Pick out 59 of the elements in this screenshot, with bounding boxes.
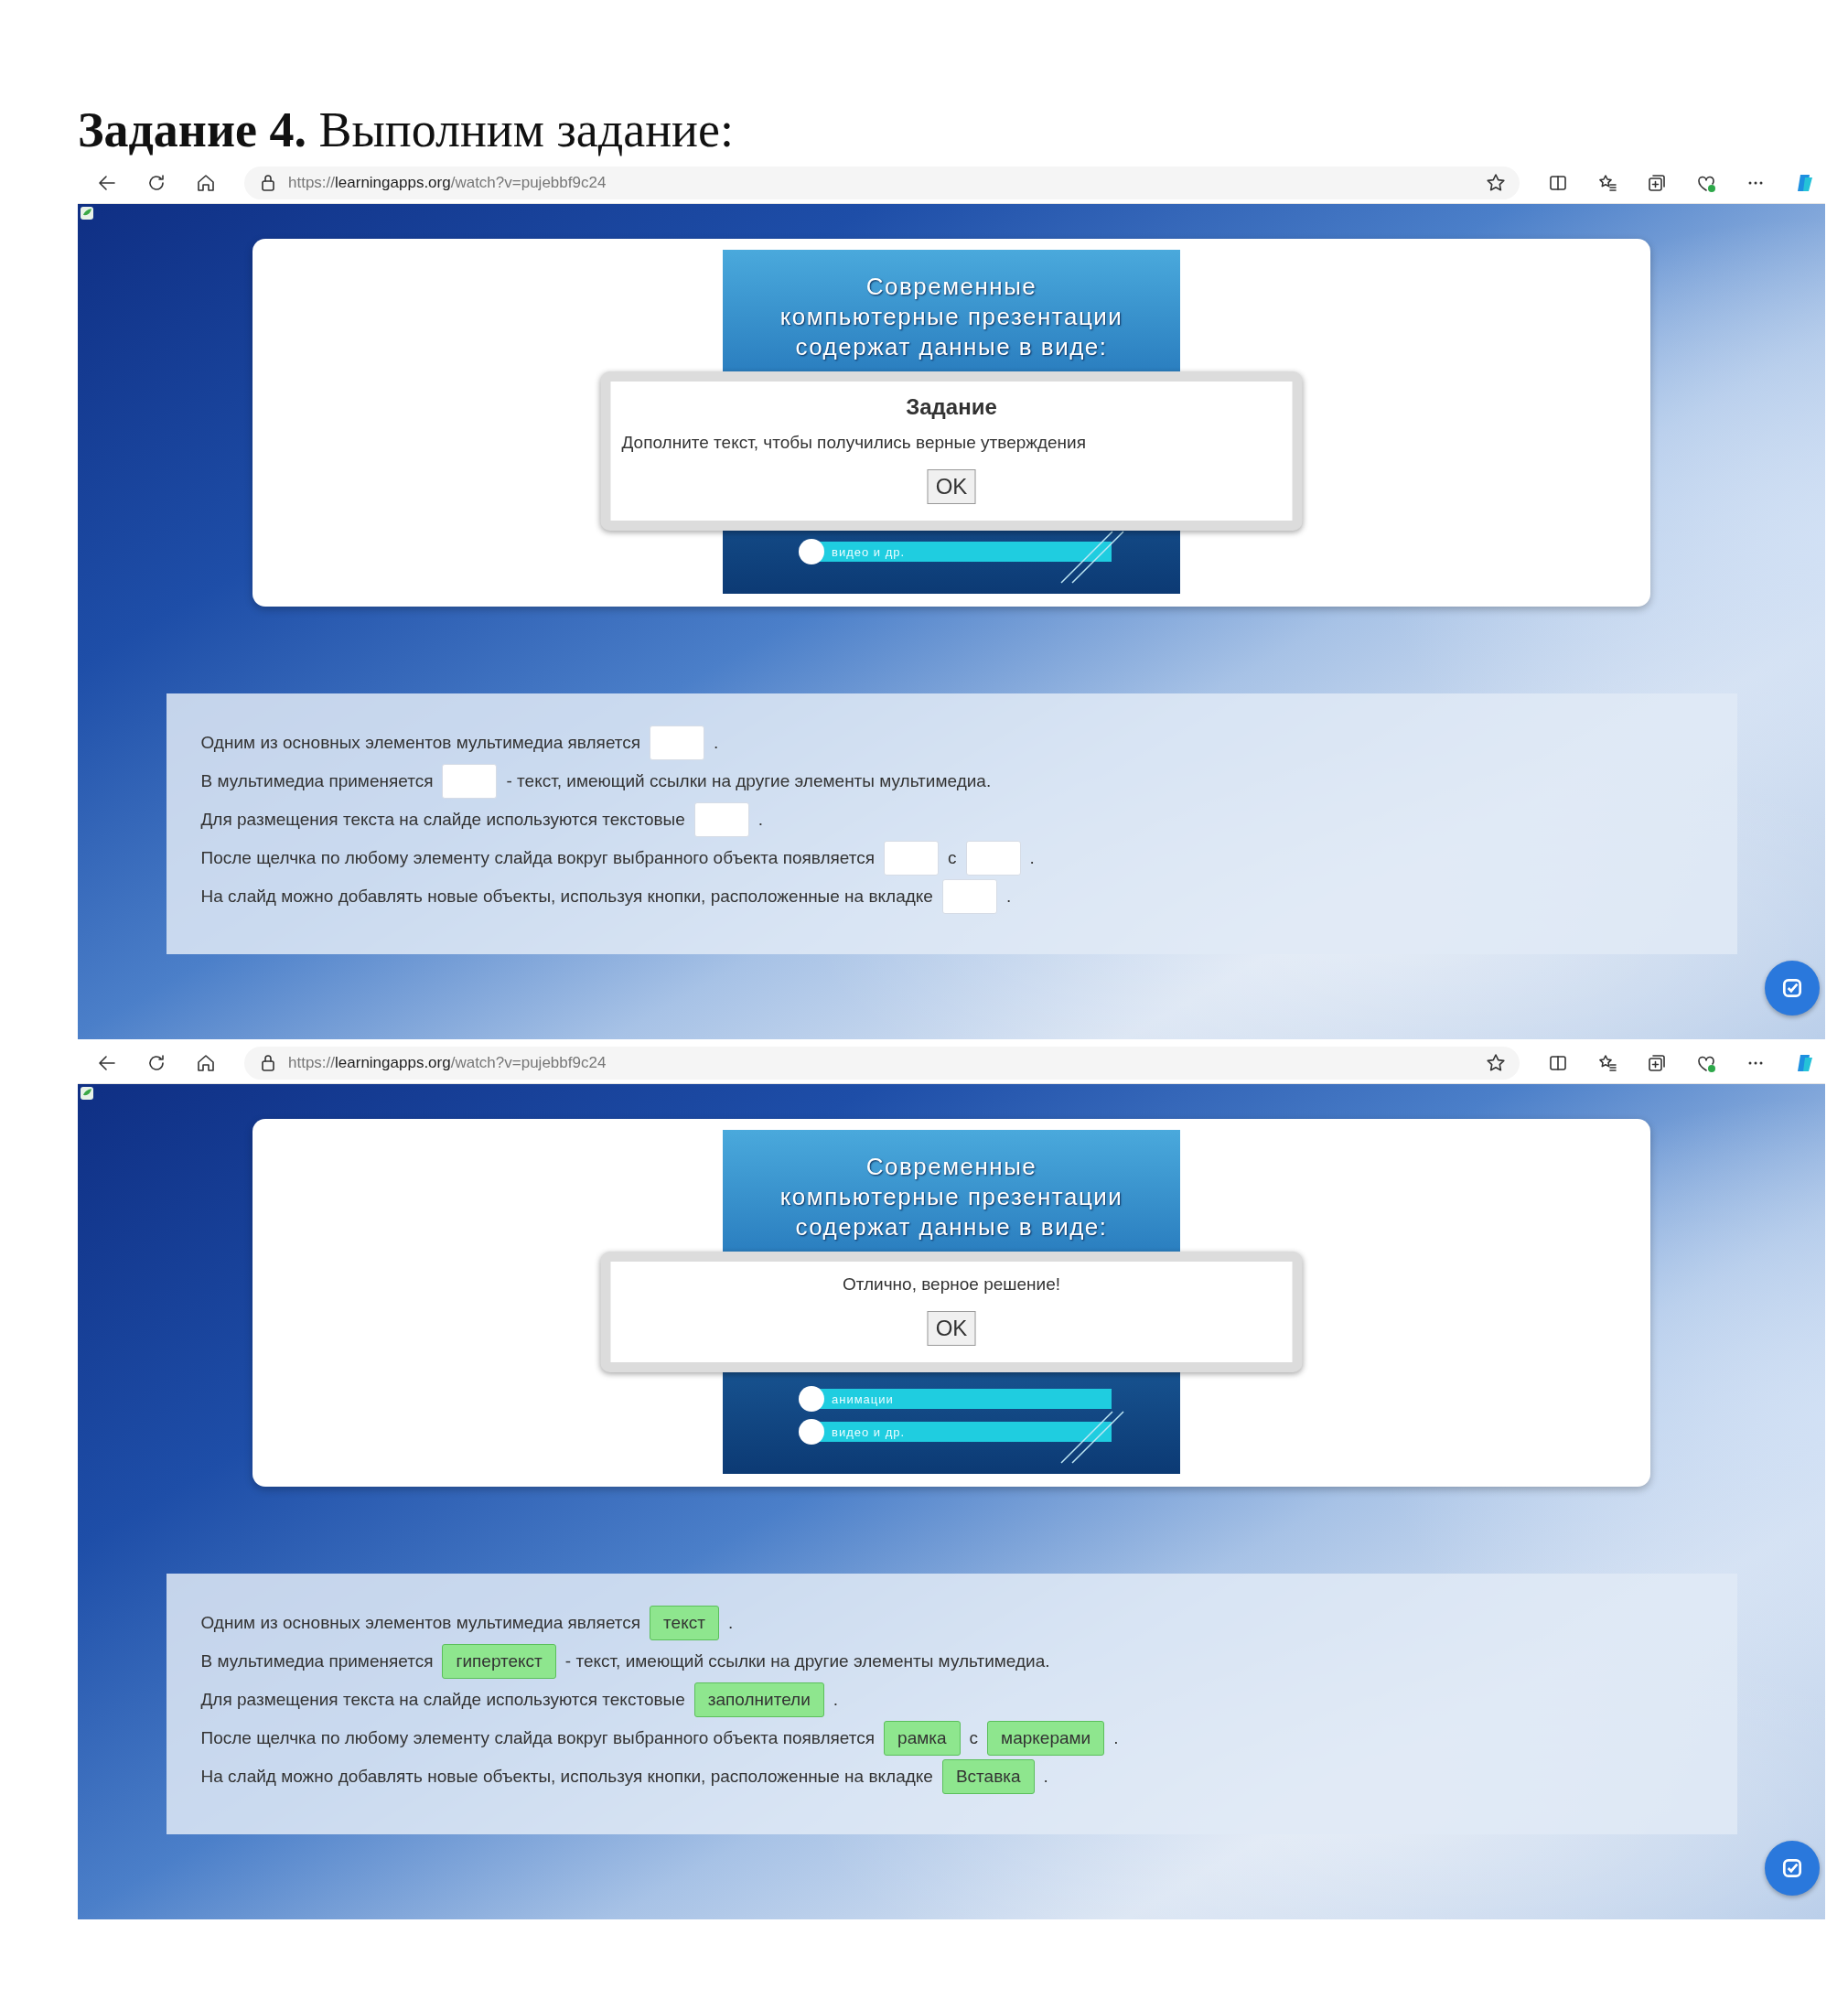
- slide-bullet: видео и др.: [799, 1419, 1112, 1445]
- ok-button[interactable]: OK: [927, 1311, 976, 1346]
- app-icon: [80, 206, 94, 220]
- sentence-text: - текст, имеющий ссылки на другие элементы мультимедиа.: [506, 771, 992, 791]
- check-button[interactable]: [1765, 1841, 1820, 1896]
- slide-title: Современные компьютерные презентации содержат данные в виде:: [779, 1152, 1124, 1242]
- answer-box[interactable]: Вставка: [941, 1759, 1035, 1794]
- home-icon[interactable]: [195, 172, 217, 194]
- sentence-text: .: [833, 1690, 839, 1710]
- slide-bullet: анимации: [799, 1386, 1112, 1412]
- collections-icon[interactable]: [1646, 172, 1668, 194]
- sentence-text: Для размещения текста на слайде используются текстовые: [200, 1690, 685, 1710]
- app-icon: [80, 1086, 94, 1101]
- check-button[interactable]: [1765, 961, 1820, 1016]
- slide-bullet: видео и др.: [799, 539, 1112, 564]
- address-field[interactable]: https://learningapps.org/watch?v=pujebbf9c24: [244, 1047, 1520, 1080]
- star-icon[interactable]: [1485, 1052, 1507, 1074]
- sentence-text: Для размещения текста на слайде используются текстовые: [200, 810, 685, 830]
- sentence-text: На слайд можно добавлять новые объекты, используя кнопки, расположенные на вкладке: [200, 1767, 933, 1787]
- sentence-text: .: [757, 810, 764, 830]
- sentence-text: Одним из основных элементов мультимедиа является: [200, 1613, 641, 1633]
- dialog-message: Дополните текст, чтобы получились верные утверждения: [621, 433, 1087, 453]
- sentence-text: В мультимедиа применяется: [200, 1651, 434, 1671]
- dialog-message: Отлично, верное решение!: [842, 1274, 1061, 1295]
- sentence-text: .: [714, 733, 719, 753]
- sentence-text: - текст, имеющий ссылки на другие элементы мультимедиа.: [564, 1651, 1050, 1671]
- sentence-text: После щелчка по любому элементу слайда вокруг выбранного объекта появляется: [200, 848, 876, 868]
- favorites-icon[interactable]: [1596, 1052, 1618, 1074]
- sentence-text: На слайд можно добавлять новые объекты, используя кнопки, расположенные на вкладке: [200, 887, 933, 907]
- sentence-text: .: [1113, 1728, 1119, 1748]
- sentence-text: .: [1005, 887, 1012, 907]
- sentence-text: с: [969, 1728, 979, 1748]
- collections-icon[interactable]: [1646, 1052, 1668, 1074]
- answer-box[interactable]: гипертекст: [442, 1644, 556, 1679]
- task-heading: Задание 4. Выполним задание:: [78, 102, 735, 159]
- sentence-text: с: [948, 848, 957, 868]
- sentence-text: В мультимедиа применяется: [200, 771, 434, 791]
- url-text: https://learningapps.org/watch?v=pujebbf9c24: [288, 174, 607, 192]
- home-icon[interactable]: [195, 1052, 217, 1074]
- check-icon: [1780, 976, 1804, 1000]
- dialog-title: Задание: [906, 394, 997, 420]
- line-decoration-icon: [1059, 530, 1125, 585]
- sentence-text: .: [1029, 848, 1035, 868]
- sentence-text: .: [1043, 1767, 1048, 1787]
- answer-box[interactable]: заполнители: [693, 1682, 824, 1717]
- slide-title: Современные компьютерные презентации содержат данные в виде:: [779, 272, 1124, 362]
- star-icon[interactable]: [1485, 172, 1507, 194]
- url-text: https://learningapps.org/watch?v=pujebbf9c24: [288, 1054, 607, 1072]
- address-field[interactable]: https://learningapps.org/watch?v=pujebbf9c24: [244, 167, 1520, 199]
- answer-box[interactable]: текст: [650, 1606, 719, 1640]
- favorites-icon[interactable]: [1596, 172, 1618, 194]
- sentence-text: Одним из основных элементов мультимедиа является: [200, 733, 641, 753]
- check-icon: [1780, 1856, 1804, 1880]
- answer-box[interactable]: маркерами: [987, 1721, 1105, 1756]
- ok-button[interactable]: OK: [927, 469, 976, 504]
- answer-box[interactable]: рамка: [884, 1721, 961, 1756]
- sentence-text: После щелчка по любому элементу слайда вокруг выбранного объекта появляется: [200, 1728, 876, 1748]
- sentence-text: .: [727, 1613, 734, 1633]
- line-decoration-icon: [1059, 1410, 1125, 1465]
